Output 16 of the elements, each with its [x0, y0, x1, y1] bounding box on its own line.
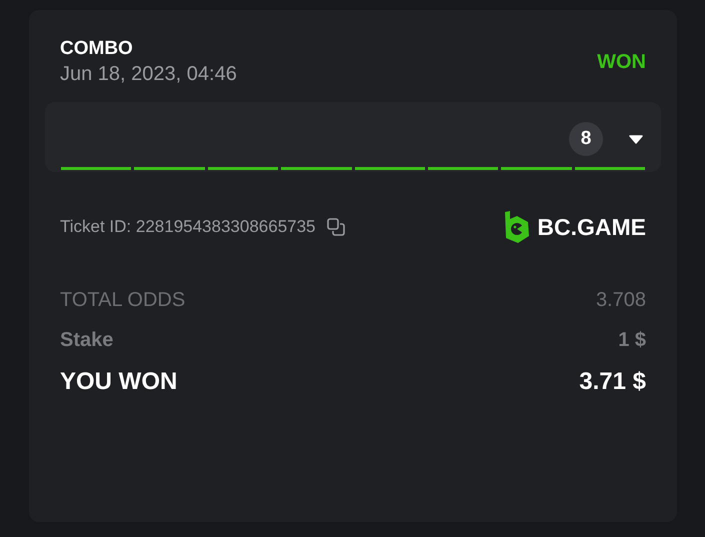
summary-value: 1 $: [618, 328, 646, 352]
selections-panel[interactable]: 8: [45, 102, 661, 172]
brand-name: BC.GAME: [537, 214, 646, 240]
ticket-id: Ticket ID: 2281954383308665735: [60, 217, 316, 237]
summary-label: YOU WON: [60, 368, 178, 396]
copy-icon[interactable]: [326, 217, 346, 237]
summary-value: 3.708: [596, 288, 646, 312]
summary-value: 3.71 $: [579, 368, 646, 396]
bet-type: COMBO: [60, 38, 134, 60]
summary-label: Stake: [60, 328, 114, 352]
summary-label: TOTAL ODDS: [60, 288, 186, 312]
bet-status: WON: [597, 50, 646, 74]
bet-date: Jun 18, 2023, 04:46: [60, 63, 237, 86]
selection-count: 8: [569, 122, 603, 156]
caret-icon[interactable]: [629, 134, 643, 144]
logo-icon: [503, 210, 532, 244]
